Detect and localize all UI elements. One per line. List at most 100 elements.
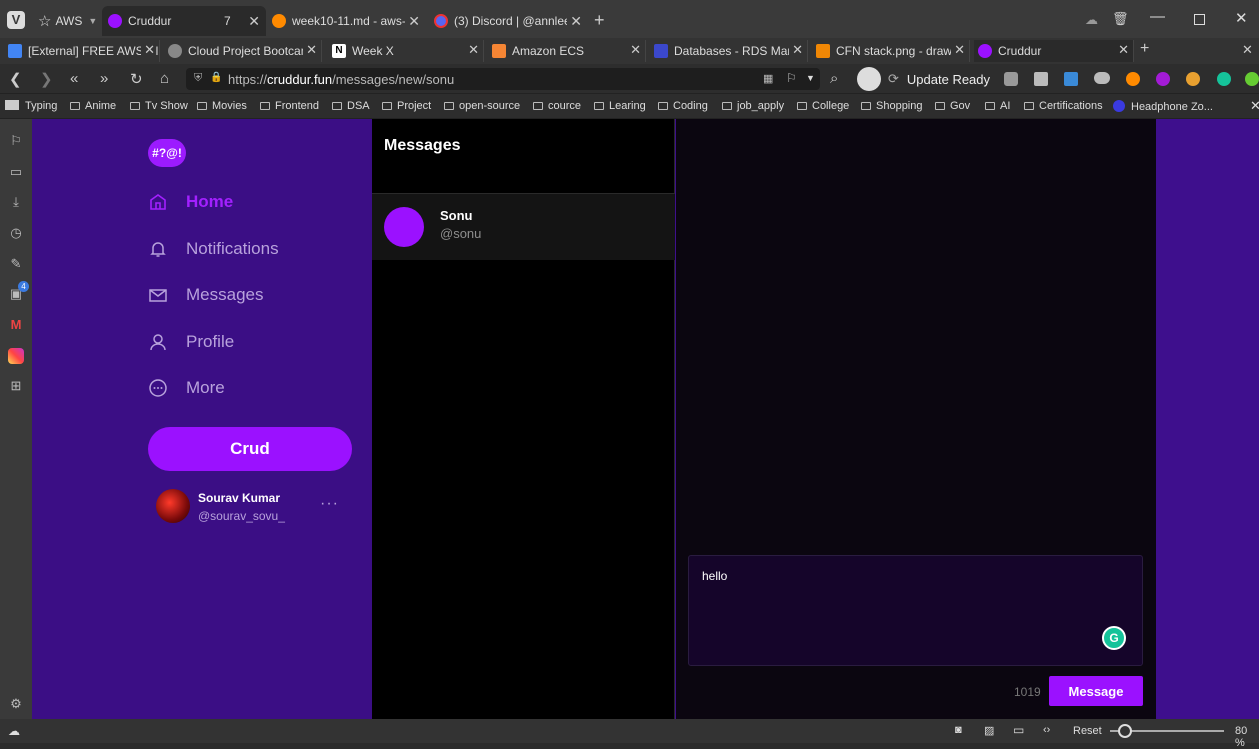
extension-windows-icon[interactable] — [1064, 72, 1078, 86]
fast-forward-icon[interactable]: » — [100, 70, 108, 87]
bookmark-headphone[interactable]: Headphone Zo... — [1113, 100, 1213, 113]
tab-cruddur-2[interactable]: Cruddur ✕ — [974, 40, 1134, 62]
rewind-icon[interactable]: « — [70, 70, 78, 87]
bookmark-cource[interactable]: cource — [533, 100, 581, 112]
close-icon[interactable]: ✕ — [1250, 98, 1259, 114]
qr-code-icon[interactable]: ▦ — [763, 72, 773, 85]
reload-icon[interactable]: ↻ — [130, 70, 143, 88]
close-icon[interactable]: ✕ — [465, 42, 479, 58]
close-icon[interactable]: ✕ — [789, 42, 803, 58]
extension-w-icon[interactable] — [1156, 72, 1170, 86]
extension-gitpod-icon[interactable] — [1126, 72, 1140, 86]
extension-cloud-icon[interactable] — [1094, 72, 1110, 84]
camera-icon[interactable]: ◙ — [955, 724, 962, 736]
close-icon[interactable]: ✕ — [627, 42, 641, 58]
tab-aws-doc[interactable]: [External] FREE AWS Cl ✕ — [4, 40, 160, 62]
bookmark-job-apply[interactable]: job_apply — [722, 100, 784, 112]
gmail-icon[interactable]: M — [8, 317, 24, 333]
bookmark-coding[interactable]: Coding — [658, 100, 708, 112]
extension-grammarly-icon[interactable] — [1217, 72, 1231, 86]
history-icon[interactable]: ◷ — [8, 225, 24, 241]
extension-green-icon[interactable] — [1245, 72, 1259, 86]
close-icon[interactable]: ✕ — [951, 42, 965, 58]
nav-notifications[interactable]: Notifications — [148, 234, 279, 264]
avatar[interactable] — [857, 67, 881, 91]
bookmark-icon[interactable]: ⚐ — [786, 71, 797, 85]
tab-rds[interactable]: Databases - RDS Mana ✕ — [650, 40, 808, 62]
bookmark-gov[interactable]: Gov — [935, 100, 970, 112]
profile-card[interactable]: Sourav Kumar @sourav_sovu_ ··· — [156, 489, 356, 525]
conversation-item[interactable]: Sonu @sonu — [372, 194, 675, 260]
add-panel-icon[interactable]: ⊞ — [8, 378, 24, 394]
settings-icon[interactable]: ⚙ — [8, 696, 24, 712]
new-tab-button[interactable]: + — [1140, 40, 1149, 58]
cloud-icon[interactable]: ☁ — [8, 724, 20, 738]
close-icon[interactable]: ✕ — [248, 13, 260, 30]
tab-week10-11[interactable]: week10-11.md - aws-b ✕ — [266, 6, 426, 36]
tab-amazon-ecs[interactable]: Amazon ECS ✕ — [488, 40, 646, 62]
cruddur-logo[interactable]: #?@! — [148, 139, 186, 167]
nav-messages[interactable]: Messages — [148, 280, 263, 310]
update-ready-button[interactable]: ⟳ Update Ready — [888, 71, 990, 87]
close-icon[interactable]: ✕ — [303, 42, 317, 58]
close-icon[interactable]: ✕ — [1115, 42, 1129, 58]
bookmark-movies[interactable]: Movies — [197, 100, 247, 112]
bookmark-open-source[interactable]: open-source — [444, 100, 520, 112]
bookmark-shopping[interactable]: Shopping — [861, 100, 923, 112]
tab-cruddur[interactable]: Cruddur 7 ✕ — [102, 6, 266, 36]
tab-bootcamp[interactable]: Cloud Project Bootcam ✕ — [164, 40, 322, 62]
nav-more[interactable]: More — [148, 373, 225, 403]
bookmark-typing[interactable]: Typing — [5, 100, 57, 112]
bookmark-college[interactable]: College — [797, 100, 849, 112]
reading-list-icon[interactable]: ▭ — [8, 164, 24, 180]
search-icon[interactable]: ⌕ — [830, 70, 838, 87]
bookmark-frontend[interactable]: Frontend — [260, 100, 319, 112]
url-field[interactable]: ⛨ 🔒 https://cruddur.fun/messages/new/son… — [186, 68, 820, 90]
minimize-button[interactable]: — — [1150, 8, 1165, 25]
bookmark-ai[interactable]: AI — [985, 100, 1010, 112]
bookmarks-panel-icon[interactable]: ⚐ — [8, 133, 24, 149]
extension-chrome-icon[interactable] — [1186, 72, 1200, 86]
zoom-slider[interactable] — [1110, 724, 1224, 738]
bookmark-learing[interactable]: Learing — [594, 100, 646, 112]
window-icon[interactable]: ▭ — [1013, 723, 1024, 737]
vivaldi-menu-icon[interactable]: V — [7, 11, 25, 29]
crud-button[interactable]: Crud — [148, 427, 352, 471]
maximize-button[interactable] — [1194, 14, 1205, 25]
forward-icon[interactable]: ❯ — [40, 70, 53, 88]
close-icon[interactable]: ✕ — [141, 42, 155, 58]
downloads-icon[interactable]: ⤓ — [8, 194, 24, 210]
bookmark-dsa[interactable]: DSA — [332, 100, 370, 112]
bookmark-certifications[interactable]: Certifications — [1024, 100, 1103, 112]
bookmark-anime[interactable]: Anime — [70, 100, 116, 112]
zoom-reset-button[interactable]: Reset — [1073, 725, 1102, 737]
cloud-sync-icon[interactable]: ☁ — [1085, 12, 1098, 28]
nav-profile[interactable]: Profile — [148, 327, 234, 357]
grammarly-icon[interactable]: G — [1102, 626, 1126, 650]
home-icon[interactable]: ⌂ — [160, 70, 169, 87]
nav-home[interactable]: Home — [148, 187, 233, 217]
bookmark-project[interactable]: Project — [382, 100, 431, 112]
tab-discord[interactable]: (3) Discord | @annleef ✕ — [428, 6, 588, 36]
trash-icon[interactable]: 🗑 — [1112, 11, 1129, 27]
send-message-button[interactable]: Message — [1049, 676, 1143, 706]
more-options-icon[interactable]: ··· — [320, 495, 339, 513]
bookmark-tv-show[interactable]: Tv Show — [130, 100, 188, 112]
tab-drawio[interactable]: CFN stack.png - draw.io ✕ — [812, 40, 970, 62]
close-icon[interactable]: ✕ — [1242, 42, 1253, 58]
back-icon[interactable]: ❮ — [9, 70, 22, 88]
tab-week-x[interactable]: N Week X ✕ — [328, 40, 484, 62]
tab-stack-aws[interactable]: ☆ AWS ▼ — [38, 12, 97, 30]
notes-icon[interactable]: ✎ — [8, 256, 24, 272]
message-input[interactable]: hello — [688, 555, 1143, 666]
extension-f-icon[interactable] — [1004, 72, 1018, 86]
chevron-down-icon[interactable]: ▼ — [806, 73, 815, 83]
new-tab-button[interactable]: + — [594, 10, 605, 31]
close-icon[interactable]: ✕ — [567, 13, 582, 30]
close-icon[interactable]: ✕ — [405, 13, 420, 30]
window-close-button[interactable]: ✕ — [1235, 9, 1248, 27]
image-icon[interactable]: ▨ — [984, 724, 994, 737]
extension-blank-icon[interactable] — [1034, 72, 1048, 86]
code-icon[interactable]: ‹› — [1043, 724, 1050, 736]
zoom-slider-handle[interactable] — [1118, 724, 1132, 738]
